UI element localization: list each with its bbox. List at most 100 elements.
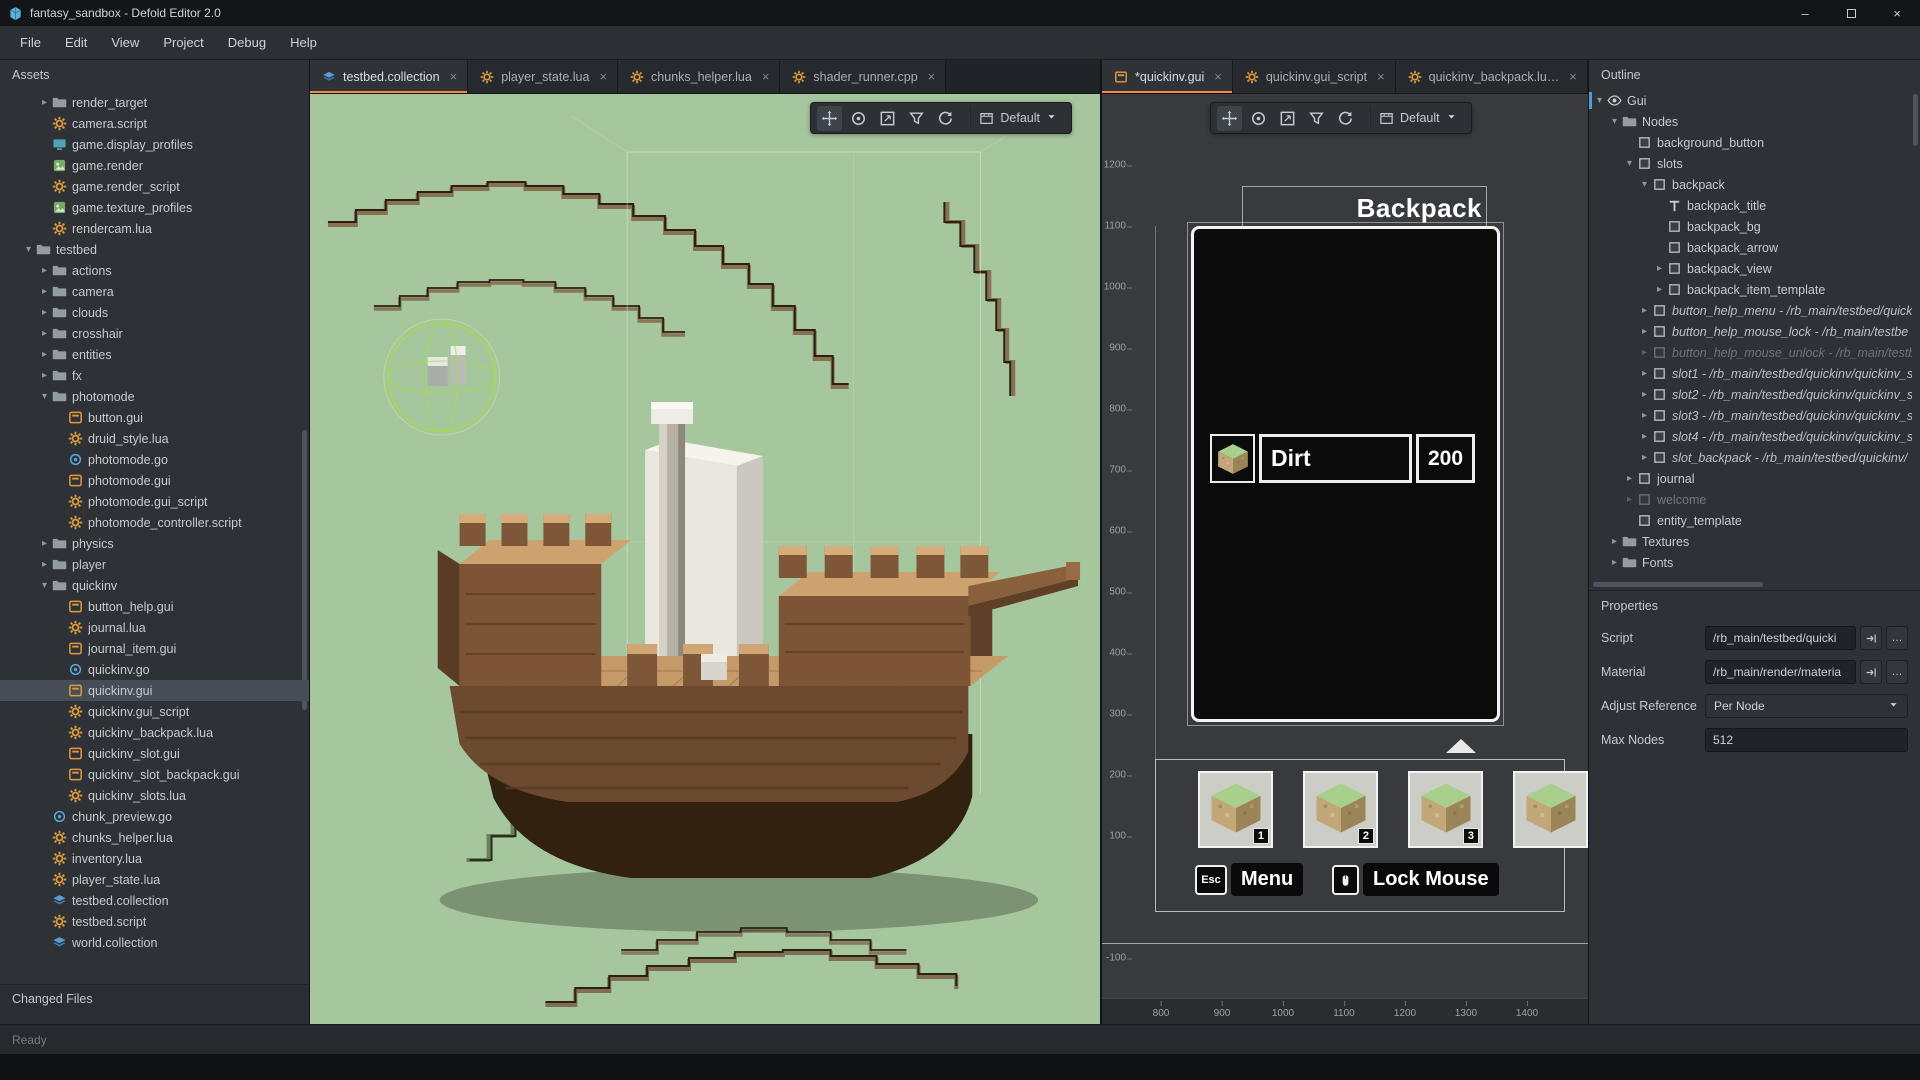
open-resource-button[interactable] <box>1860 660 1882 684</box>
asset-item-quickinv-slot-gui[interactable]: quickinv_slot.gui <box>0 743 309 764</box>
outline-item-button-help-mouse-lock-rb-main-testbe[interactable]: ▸button_help_mouse_lock - /rb_main/testb… <box>1589 321 1912 342</box>
close-tab-icon[interactable]: × <box>450 69 458 84</box>
outline-item-button-help-menu-rb-main-testbed-quick[interactable]: ▸button_help_menu - /rb_main/testbed/qui… <box>1589 300 1912 321</box>
asset-item-testbed-collection[interactable]: testbed.collection <box>0 890 309 911</box>
property-value-input[interactable]: 512 <box>1705 728 1908 752</box>
left-tab-testbed-collection[interactable]: testbed.collection× <box>310 60 468 93</box>
asset-item-photomode-gui-script[interactable]: photomode.gui_script <box>0 491 309 512</box>
reload-tool-button[interactable] <box>933 106 958 131</box>
expander-right-icon[interactable]: ▸ <box>38 349 51 360</box>
asset-item-camera[interactable]: ▸camera <box>0 281 309 302</box>
outline-item-entity-template[interactable]: entity_template <box>1589 510 1912 531</box>
expander-right-icon[interactable]: ▸ <box>1653 284 1666 295</box>
outline-item-slot2-rb-main-testbed-quickinv-quickinv-[interactable]: ▸slot2 - /rb_main/testbed/quickinv/quick… <box>1589 384 1912 405</box>
outline-item-welcome[interactable]: ▸welcome <box>1589 489 1912 510</box>
asset-item-quickinv-slot-backpack-gui[interactable]: quickinv_slot_backpack.gui <box>0 764 309 785</box>
rotate-tool-button[interactable] <box>1246 106 1271 131</box>
outline-item-slot4-rb-main-testbed-quickinv-quickinv-[interactable]: ▸slot4 - /rb_main/testbed/quickinv/quick… <box>1589 426 1912 447</box>
scale-tool-button[interactable] <box>875 106 900 131</box>
asset-item-fx[interactable]: ▸fx <box>0 365 309 386</box>
expander-right-icon[interactable]: ▸ <box>1638 347 1651 358</box>
expander-right-icon[interactable]: ▸ <box>1638 431 1651 442</box>
asset-item-game-render-script[interactable]: game.render_script <box>0 176 309 197</box>
asset-item-game-display-profiles[interactable]: game.display_profiles <box>0 134 309 155</box>
expander-right-icon[interactable]: ▸ <box>38 328 51 339</box>
expander-right-icon[interactable]: ▸ <box>1623 473 1636 484</box>
changed-files-section[interactable]: Changed Files <box>0 984 309 1012</box>
close-tab-icon[interactable]: × <box>1377 69 1385 84</box>
expander-right-icon[interactable]: ▸ <box>1623 494 1636 505</box>
expander-down-icon[interactable]: ▾ <box>1638 179 1651 190</box>
outline-item-button-help-mouse-unlock-rb-main-testb[interactable]: ▸button_help_mouse_unlock - /rb_main/tes… <box>1589 342 1912 363</box>
asset-item-crosshair[interactable]: ▸crosshair <box>0 323 309 344</box>
asset-item-testbed-script[interactable]: testbed.script <box>0 911 309 932</box>
asset-item-player[interactable]: ▸player <box>0 554 309 575</box>
outline-item-nodes[interactable]: ▾Nodes <box>1589 111 1912 132</box>
expander-down-icon[interactable]: ▾ <box>22 244 35 255</box>
asset-item-actions[interactable]: ▸actions <box>0 260 309 281</box>
asset-item-quickinv-backpack-lua[interactable]: quickinv_backpack.lua <box>0 722 309 743</box>
right-tab-quickinv-gui-script[interactable]: quickinv.gui_script× <box>1233 60 1396 93</box>
gui-editor-viewport[interactable]: Backpack Dirt 200 123 Esc Menu Lock Mous… <box>1102 94 1588 1024</box>
asset-item-button-gui[interactable]: button.gui <box>0 407 309 428</box>
outline-vscrollbar[interactable] <box>1913 94 1918 146</box>
expander-right-icon[interactable]: ▸ <box>1638 410 1651 421</box>
asset-item-physics[interactable]: ▸physics <box>0 533 309 554</box>
close-tab-icon[interactable]: × <box>762 69 770 84</box>
browse-resource-button[interactable]: … <box>1886 626 1908 650</box>
asset-item-photomode-controller-script[interactable]: photomode_controller.script <box>0 512 309 533</box>
outline-item-slots[interactable]: ▾slots <box>1589 153 1912 174</box>
filter-tool-button[interactable] <box>1304 106 1329 131</box>
asset-item-quickinv-gui[interactable]: quickinv.gui <box>0 680 309 701</box>
asset-item-quickinv-slots-lua[interactable]: quickinv_slots.lua <box>0 785 309 806</box>
asset-item-druid-style-lua[interactable]: druid_style.lua <box>0 428 309 449</box>
close-tab-icon[interactable]: × <box>1214 69 1222 84</box>
asset-item-game-render[interactable]: game.render <box>0 155 309 176</box>
outline-item-journal[interactable]: ▸journal <box>1589 468 1912 489</box>
property-value-input[interactable]: /rb_main/testbed/quicki <box>1705 626 1856 650</box>
asset-item-game-texture-profiles[interactable]: game.texture_profiles <box>0 197 309 218</box>
asset-item-camera-script[interactable]: camera.script <box>0 113 309 134</box>
menu-edit[interactable]: Edit <box>53 35 99 50</box>
menu-help[interactable]: Help <box>278 35 329 50</box>
scene-3d-canvas[interactable] <box>310 94 1100 1024</box>
asset-item-inventory-lua[interactable]: inventory.lua <box>0 848 309 869</box>
outline-item-slot3-rb-main-testbed-quickinv-quickinv-[interactable]: ▸slot3 - /rb_main/testbed/quickinv/quick… <box>1589 405 1912 426</box>
asset-item-journal-item-gui[interactable]: journal_item.gui <box>0 638 309 659</box>
move-tool-button[interactable] <box>1217 106 1242 131</box>
maximize-button[interactable] <box>1828 0 1874 26</box>
asset-item-player-state-lua[interactable]: player_state.lua <box>0 869 309 890</box>
move-tool-button[interactable] <box>817 106 842 131</box>
expander-right-icon[interactable]: ▸ <box>1638 389 1651 400</box>
property-select[interactable]: Per Node <box>1705 694 1908 718</box>
expander-right-icon[interactable]: ▸ <box>38 307 51 318</box>
view-preset-dropdown[interactable]: Default <box>970 106 1065 130</box>
asset-item-quickinv-go[interactable]: quickinv.go <box>0 659 309 680</box>
asset-item-chunk-preview-go[interactable]: chunk_preview.go <box>0 806 309 827</box>
outline-item-backpack-title[interactable]: backpack_title <box>1589 195 1912 216</box>
close-button[interactable]: × <box>1874 0 1920 26</box>
left-tab-chunks-helper-lua[interactable]: chunks_helper.lua× <box>618 60 780 93</box>
outline-item-backpack-arrow[interactable]: backpack_arrow <box>1589 237 1912 258</box>
asset-item-journal-lua[interactable]: journal.lua <box>0 617 309 638</box>
open-resource-button[interactable] <box>1860 626 1882 650</box>
asset-item-photomode[interactable]: ▾photomode <box>0 386 309 407</box>
rotate-tool-button[interactable] <box>846 106 871 131</box>
expander-right-icon[interactable]: ▸ <box>1653 263 1666 274</box>
close-tab-icon[interactable]: × <box>599 69 607 84</box>
expander-down-icon[interactable]: ▾ <box>1623 158 1636 169</box>
expander-right-icon[interactable]: ▸ <box>38 370 51 381</box>
expander-down-icon[interactable]: ▾ <box>1593 95 1606 106</box>
outline-item-slot-backpack-rb-main-testbed-quickinv[interactable]: ▸slot_backpack - /rb_main/testbed/quicki… <box>1589 447 1912 468</box>
asset-item-entities[interactable]: ▸entities <box>0 344 309 365</box>
expander-right-icon[interactable]: ▸ <box>38 559 51 570</box>
asset-item-render-target[interactable]: ▸render_target <box>0 92 309 113</box>
expander-right-icon[interactable]: ▸ <box>1608 536 1621 547</box>
menu-debug[interactable]: Debug <box>216 35 278 50</box>
asset-item-chunks-helper-lua[interactable]: chunks_helper.lua <box>0 827 309 848</box>
left-tab-shader-runner-cpp[interactable]: shader_runner.cpp× <box>780 60 946 93</box>
outline-item-textures[interactable]: ▸Textures <box>1589 531 1912 552</box>
view-preset-dropdown[interactable]: Default <box>1370 106 1465 130</box>
close-tab-icon[interactable]: × <box>1569 69 1577 84</box>
property-value-input[interactable]: /rb_main/render/materia <box>1705 660 1856 684</box>
